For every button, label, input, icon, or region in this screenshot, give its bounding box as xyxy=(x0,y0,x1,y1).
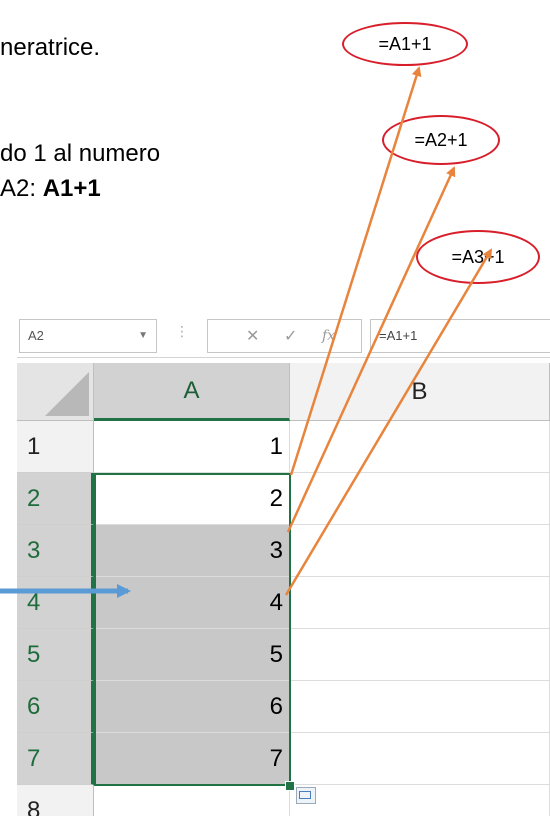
callout-formula-a2: =A2+1 xyxy=(382,115,500,165)
cell-a6[interactable]: 6 xyxy=(94,681,290,733)
chevron-down-icon[interactable]: ▼ xyxy=(138,320,148,352)
row-header-4[interactable]: 4 xyxy=(17,577,94,629)
select-all-corner[interactable] xyxy=(17,363,94,421)
excel-window: A2 ▼ ⋮ ✕ ✓ fx =A1+1 A B 1 1 2 2 3 3 4 4 … xyxy=(17,305,550,816)
row-header-1[interactable]: 1 xyxy=(17,421,94,473)
cancel-icon[interactable]: ✕ xyxy=(246,326,259,346)
slide-text-line1: neratrice. xyxy=(0,34,101,61)
cell-b6[interactable] xyxy=(290,681,550,733)
cell-b2[interactable] xyxy=(290,473,550,525)
cell-b7[interactable] xyxy=(290,733,550,785)
column-header-b[interactable]: B xyxy=(290,363,550,421)
insert-function-icon[interactable]: fx xyxy=(322,328,335,344)
callout-formula-a3: =A3+1 xyxy=(416,230,540,284)
cell-a4[interactable]: 4 xyxy=(94,577,290,629)
cell-a1[interactable]: 1 xyxy=(94,421,290,473)
formula-bar: A2 ▼ ⋮ ✕ ✓ fx =A1+1 xyxy=(17,305,550,358)
cell-b8[interactable] xyxy=(290,785,550,816)
callout-formula-a1: =A1+1 xyxy=(342,22,468,66)
row-header-2[interactable]: 2 xyxy=(17,473,94,525)
cell-a8[interactable] xyxy=(94,785,290,816)
quick-analysis-icon[interactable] xyxy=(296,787,316,804)
slide-text-line3-formula: A1+1 xyxy=(42,175,101,202)
row-header-6[interactable]: 6 xyxy=(17,681,94,733)
formula-bar-separator-icon: ⋮ xyxy=(175,323,189,339)
slide-text-line3: A2: A1+1 xyxy=(0,177,101,201)
fill-handle[interactable] xyxy=(285,781,295,791)
formula-input[interactable]: =A1+1 xyxy=(370,319,550,353)
slide-text-line2: do 1 al numero xyxy=(0,140,161,167)
cell-a2[interactable]: 2 xyxy=(94,473,290,525)
cell-a5[interactable]: 5 xyxy=(94,629,290,681)
cell-a7[interactable]: 7 xyxy=(94,733,290,785)
cell-b5[interactable] xyxy=(290,629,550,681)
select-all-triangle-icon xyxy=(45,372,89,416)
formula-bar-buttons: ✕ ✓ fx xyxy=(207,319,362,353)
column-header-a[interactable]: A xyxy=(94,363,290,421)
confirm-check-icon[interactable]: ✓ xyxy=(284,326,297,346)
cell-b1[interactable] xyxy=(290,421,550,473)
name-box-value: A2 xyxy=(28,328,44,343)
row-header-8[interactable]: 8 xyxy=(17,785,94,816)
cell-b3[interactable] xyxy=(290,525,550,577)
cell-a3[interactable]: 3 xyxy=(94,525,290,577)
name-box[interactable]: A2 ▼ xyxy=(19,319,157,353)
slide-text-line3-prefix: A2: xyxy=(0,175,43,202)
row-header-3[interactable]: 3 xyxy=(17,525,94,577)
row-header-7[interactable]: 7 xyxy=(17,733,94,785)
cell-b4[interactable] xyxy=(290,577,550,629)
row-header-5[interactable]: 5 xyxy=(17,629,94,681)
